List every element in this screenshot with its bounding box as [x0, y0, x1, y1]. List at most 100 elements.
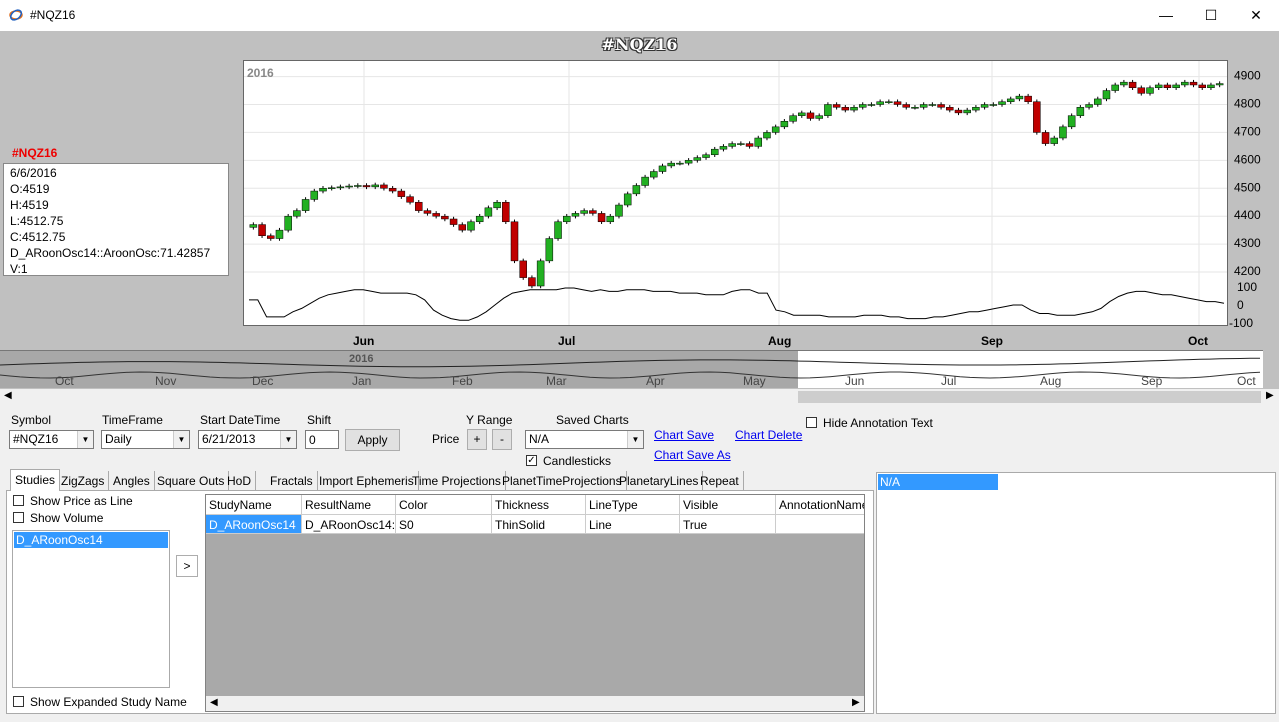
shift-input[interactable]	[305, 430, 339, 449]
nav-tick-label: Mar	[546, 374, 567, 388]
tab-hod[interactable]: HoD	[223, 471, 257, 491]
navigator-strip[interactable]: Oct Nov Dec Jan Feb Mar Apr May Jun Jul Aug Sep Oct …	[0, 350, 1263, 388]
study-list[interactable]: D_ARoonOsc14	[12, 530, 170, 688]
scroll-left-icon[interactable]: ◀	[210, 697, 218, 708]
scroll-right-icon[interactable]: ▶	[1266, 390, 1274, 401]
tab-square-outs[interactable]: Square Outs	[153, 471, 230, 491]
scroll-right-icon[interactable]: ▶	[852, 697, 860, 708]
tab-studies[interactable]: Studies	[10, 469, 61, 491]
ohlc-open: O:4519	[10, 182, 50, 196]
candle-body	[1137, 87, 1146, 94]
candle-body	[963, 109, 971, 114]
saved-charts-select[interactable]: N/A ▼	[525, 430, 644, 449]
grid-cell[interactable]: ThinSolid	[492, 515, 586, 534]
chevron-down-icon: ▼	[173, 431, 189, 448]
price-chart-plot[interactable]: 2016	[243, 60, 1228, 326]
saved-charts-value: N/A	[529, 432, 550, 446]
start-datetime-value: 6/21/2013	[202, 432, 256, 446]
candle-body	[937, 104, 945, 108]
minimize-button[interactable]: —	[1143, 0, 1189, 30]
y-range-plus-button[interactable]: +	[467, 429, 487, 450]
candlesticks-checkbox[interactable]: ✓	[526, 455, 537, 466]
grid-header[interactable]: Thickness	[492, 495, 586, 515]
grid-header[interactable]: Visible	[680, 495, 776, 515]
ohlc-volume: V:1	[10, 262, 28, 276]
candle-body	[319, 188, 327, 192]
show-price-line-label: Show Price as Line	[30, 494, 133, 508]
show-volume-label: Show Volume	[30, 511, 104, 525]
grid-cell[interactable]: D_ARoonOsc14	[206, 515, 302, 534]
nav-tick-label: Oct	[1237, 374, 1256, 388]
apply-button[interactable]: Apply	[345, 429, 400, 451]
grid-hscroll[interactable]: ◀ ▶	[206, 696, 864, 711]
ohlc-info-panel: 6/6/2016 O:4519 H:4519 L:4512.75 C:4512.…	[3, 163, 229, 276]
candle-body	[1172, 84, 1180, 89]
tab-angles[interactable]: Angles	[109, 471, 155, 491]
tab-repeat[interactable]: Repeat	[696, 471, 744, 491]
candle-body	[684, 160, 693, 164]
study-list-item[interactable]: D_ARoonOsc14	[14, 532, 168, 548]
show-expanded-checkbox[interactable]	[13, 696, 24, 707]
tab-planet-time-projections[interactable]: PlanetTimeProjections	[498, 471, 627, 491]
scroll-left-icon[interactable]: ◀	[4, 390, 12, 401]
aroon-oscillator-line	[249, 287, 1225, 321]
tab-time-projections[interactable]: Time Projections	[408, 471, 506, 491]
horizontal-scrollbar[interactable]: ◀ ▶	[0, 389, 1279, 405]
timeframe-select[interactable]: Daily ▼	[101, 430, 190, 449]
maximize-button[interactable]: ☐	[1188, 0, 1234, 30]
chart-save-link[interactable]: Chart Save	[654, 428, 714, 442]
annotation-list[interactable]: N/A	[876, 472, 1276, 714]
tab-planetary-lines[interactable]: PlanetaryLines	[615, 471, 704, 491]
ohlc-study-value: D_ARoonOsc14::AroonOsc:71.42857	[10, 246, 211, 260]
ohlc-low: L:4512.75	[10, 214, 64, 228]
tab-zigzags[interactable]: ZigZags	[57, 471, 110, 491]
symbol-select[interactable]: #NQZ16 ▼	[9, 430, 94, 449]
grid-cell[interactable]: Line	[586, 515, 680, 534]
grid-header[interactable]: LineType	[586, 495, 680, 515]
candle-body	[623, 193, 632, 206]
chart-delete-link[interactable]: Chart Delete	[735, 428, 802, 442]
grid-cell[interactable]: True	[680, 515, 776, 534]
show-volume-checkbox[interactable]	[13, 512, 24, 523]
candle-body	[789, 115, 797, 122]
x-axis: Jun Jul Aug Sep Oct	[353, 334, 1208, 348]
start-datetime-picker[interactable]: 6/21/2013 ▼	[198, 430, 297, 449]
tab-fractals[interactable]: Fractals	[266, 471, 318, 491]
candle-body	[1076, 107, 1085, 116]
annotation-list-item[interactable]: N/A	[878, 474, 998, 490]
grid-cell[interactable]: D_ARoonOsc14::A	[302, 515, 396, 534]
window-title: #NQZ16	[30, 8, 76, 22]
study-grid[interactable]: StudyName ResultName Color Thickness Lin…	[205, 494, 865, 712]
candle-body	[1207, 84, 1215, 89]
y-range-minus-button[interactable]: -	[492, 429, 512, 450]
grid-header[interactable]: AnnotationName	[776, 495, 864, 515]
candle-body	[519, 260, 527, 278]
chart-title: #NQZ16	[601, 35, 678, 54]
candle-body	[1198, 84, 1206, 89]
hide-annotation-checkbox[interactable]	[806, 417, 817, 428]
tab-import-ephemeris[interactable]: Import Ephemeris	[315, 471, 419, 491]
candle-body	[1024, 95, 1032, 102]
grid-header[interactable]: Color	[396, 495, 492, 515]
candle-body	[388, 188, 397, 192]
candle-body	[650, 171, 658, 178]
candle-body	[737, 143, 745, 145]
candle-body	[1189, 81, 1198, 86]
grid-cell[interactable]	[776, 515, 864, 534]
chart-save-as-link[interactable]: Chart Save As	[654, 448, 731, 462]
scroll-thumb[interactable]	[798, 391, 1261, 403]
candle-body	[841, 107, 850, 111]
move-study-button[interactable]: >	[176, 555, 198, 577]
grid-header[interactable]: StudyName	[206, 495, 302, 515]
close-button[interactable]: ✕	[1233, 0, 1279, 30]
candle-body	[850, 107, 858, 111]
y-axis: 4900 4800 4700 4600 4500 4400 4300 4200 100 0 -100	[1229, 69, 1261, 330]
nav-tick-label: May	[743, 374, 766, 388]
price-label: Price	[432, 432, 460, 446]
grid-cell[interactable]: S0	[396, 515, 492, 534]
grid-header[interactable]: ResultName	[302, 495, 396, 515]
candle-body	[702, 154, 710, 158]
symbol-value: #NQZ16	[13, 432, 59, 446]
candle-body	[467, 221, 475, 231]
show-price-line-checkbox[interactable]	[13, 495, 24, 506]
